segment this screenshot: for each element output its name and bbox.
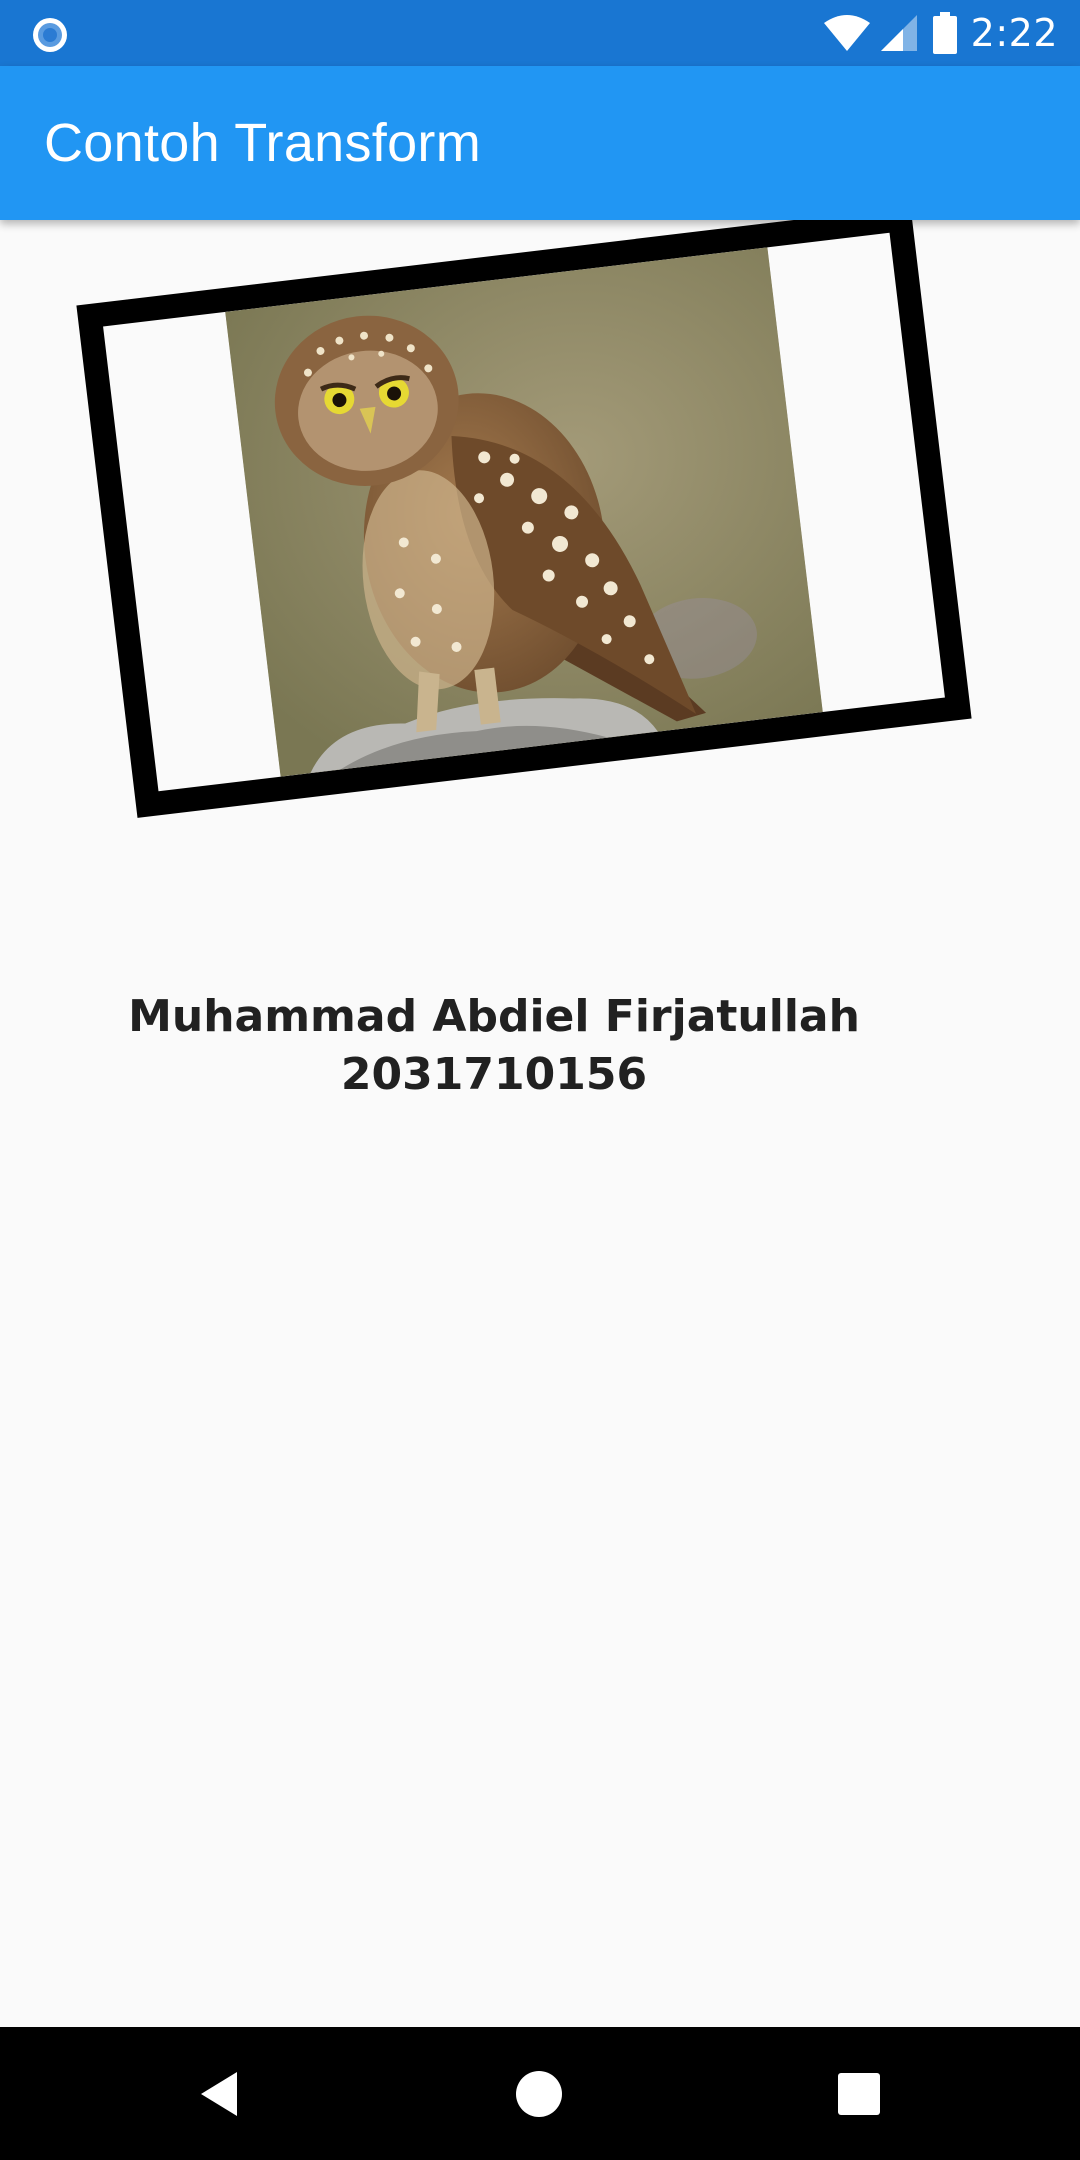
main-content: Muhammad Abdiel Firjatullah 2031710156 <box>0 220 1080 2027</box>
status-time: 2:22 <box>970 11 1058 55</box>
recents-button[interactable] <box>822 2057 896 2131</box>
student-name: Muhammad Abdiel Firjatullah <box>128 991 860 1042</box>
student-info: Muhammad Abdiel Firjatullah 2031710156 <box>0 988 988 1104</box>
navigation-bar <box>0 2027 1080 2160</box>
student-id: 2031710156 <box>340 1049 648 1100</box>
home-button[interactable] <box>502 2057 576 2131</box>
app-bar: Contoh Transform <box>0 66 1080 220</box>
app-title: Contoh Transform <box>44 113 481 173</box>
status-icons: 2:22 <box>823 0 1058 66</box>
recents-icon <box>838 2073 880 2115</box>
owl-photo <box>225 247 823 777</box>
cell-signal-icon <box>879 13 919 53</box>
wifi-icon <box>823 13 871 53</box>
owl-illustration <box>225 247 823 777</box>
back-button[interactable] <box>182 2057 256 2131</box>
status-bar: 2:22 <box>0 0 1080 66</box>
notification-ring-icon <box>30 15 70 55</box>
back-icon <box>201 2072 237 2116</box>
battery-icon <box>932 12 957 54</box>
transformed-image-frame <box>76 220 972 818</box>
home-icon <box>516 2071 562 2117</box>
